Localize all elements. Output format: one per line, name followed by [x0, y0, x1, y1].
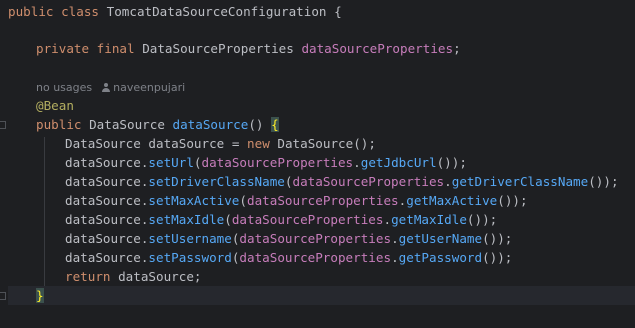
- setter-method: setMaxIdle: [148, 212, 225, 227]
- variable-type: DataSource: [65, 136, 141, 151]
- receiver: dataSource.: [65, 231, 149, 246]
- receiver: dataSource.: [65, 155, 149, 170]
- dot: .: [444, 174, 452, 189]
- usages-hint[interactable]: no usages: [36, 81, 92, 94]
- keyword-final: final: [96, 41, 135, 56]
- getter-method: getDriverClassName: [451, 174, 589, 189]
- code-line-field-declaration[interactable]: private final DataSourceProperties dataS…: [8, 39, 461, 58]
- field-name: dataSourceProperties: [301, 41, 454, 56]
- open-brace: {: [334, 4, 342, 19]
- paren: (: [239, 193, 247, 208]
- code-line-set-password[interactable]: dataSource.setPassword(dataSourcePropert…: [8, 248, 512, 267]
- argument-field: dataSourceProperties: [247, 193, 399, 208]
- editor-gutter[interactable]: [0, 0, 8, 328]
- code-line-return[interactable]: return dataSource;: [8, 267, 202, 286]
- paren: (: [224, 212, 232, 227]
- setter-method: setMaxActive: [148, 193, 240, 208]
- author-hint[interactable]: naveenpujari: [113, 81, 185, 94]
- receiver: dataSource.: [65, 193, 149, 208]
- argument-field: dataSourceProperties: [239, 250, 392, 265]
- receiver: dataSource.: [65, 212, 149, 227]
- call-end: ());: [482, 231, 513, 246]
- getter-method: getMaxActive: [406, 193, 498, 208]
- argument-field: dataSourceProperties: [231, 212, 384, 227]
- getter-method: getMaxIdle: [391, 212, 467, 227]
- dot: .: [391, 250, 399, 265]
- setter-method: setUrl: [148, 155, 194, 170]
- code-line-variable-declaration[interactable]: DataSource dataSource = new DataSource()…: [8, 134, 376, 153]
- call-end: ());: [588, 174, 619, 189]
- call-end: ());: [436, 155, 467, 170]
- setter-method: setUsername: [148, 231, 232, 246]
- argument-field: dataSourceProperties: [292, 174, 445, 189]
- constructor-call: DataSource();: [277, 136, 376, 151]
- setter-method: setPassword: [148, 250, 232, 265]
- code-line-set-max-idle[interactable]: dataSource.setMaxIdle(dataSourceProperti…: [8, 210, 497, 229]
- method-parens: (): [248, 117, 264, 132]
- code-line-method-signature[interactable]: public DataSource dataSource() {: [8, 115, 279, 134]
- setter-method: setDriverClassName: [148, 174, 285, 189]
- getter-method: getPassword: [398, 250, 483, 265]
- keyword-class: class: [61, 4, 100, 19]
- code-line-set-url[interactable]: dataSource.setUrl(dataSourceProperties.g…: [8, 153, 467, 172]
- semicolon: ;: [453, 41, 461, 56]
- keyword-public: public: [8, 4, 54, 19]
- argument-field: dataSourceProperties: [239, 231, 392, 246]
- dot: .: [383, 212, 392, 227]
- keyword-private: private: [36, 41, 90, 56]
- fold-marker-icon[interactable]: [0, 121, 6, 129]
- call-end: ());: [466, 212, 498, 227]
- person-icon: [102, 83, 111, 92]
- assign-operator: =: [231, 136, 240, 151]
- keyword-return: return: [65, 269, 111, 284]
- code-line-closing-brace[interactable]: }: [8, 286, 635, 305]
- matched-close-brace: }: [36, 288, 44, 303]
- getter-method: getJdbcUrl: [360, 155, 437, 170]
- code-line-set-max-active[interactable]: dataSource.setMaxActive(dataSourceProper…: [8, 191, 528, 210]
- field-type: DataSourceProperties: [142, 41, 294, 56]
- dot: .: [353, 155, 361, 170]
- method-name: dataSource: [172, 117, 249, 132]
- annotation-bean: @Bean: [36, 98, 74, 113]
- dot: .: [391, 231, 399, 246]
- matched-open-brace: {: [271, 117, 279, 132]
- return-type: DataSource: [89, 117, 165, 132]
- code-line-class-declaration[interactable]: public class TomcatDataSourceConfigurati…: [8, 2, 342, 21]
- receiver: dataSource.: [65, 174, 149, 189]
- call-end: ());: [497, 193, 528, 208]
- keyword-public: public: [36, 117, 82, 132]
- return-value: dataSource;: [118, 269, 202, 284]
- call-end: ());: [482, 250, 513, 265]
- paren: (: [193, 155, 202, 170]
- argument-field: dataSourceProperties: [201, 155, 354, 170]
- code-editor[interactable]: public class TomcatDataSourceConfigurati…: [0, 0, 635, 328]
- variable-name: dataSource: [148, 136, 225, 151]
- inlay-hint-line: no usages naveenpujari: [8, 77, 185, 96]
- keyword-new: new: [247, 136, 270, 151]
- class-name: TomcatDataSourceConfiguration: [106, 4, 327, 19]
- receiver: dataSource.: [65, 250, 149, 265]
- fold-marker-icon[interactable]: [0, 292, 6, 300]
- code-line-set-driver-class-name[interactable]: dataSource.setDriverClassName(dataSource…: [8, 172, 619, 191]
- getter-method: getUserName: [398, 231, 483, 246]
- code-line-set-username[interactable]: dataSource.setUsername(dataSourcePropert…: [8, 229, 512, 248]
- code-line-annotation[interactable]: @Bean: [8, 96, 74, 115]
